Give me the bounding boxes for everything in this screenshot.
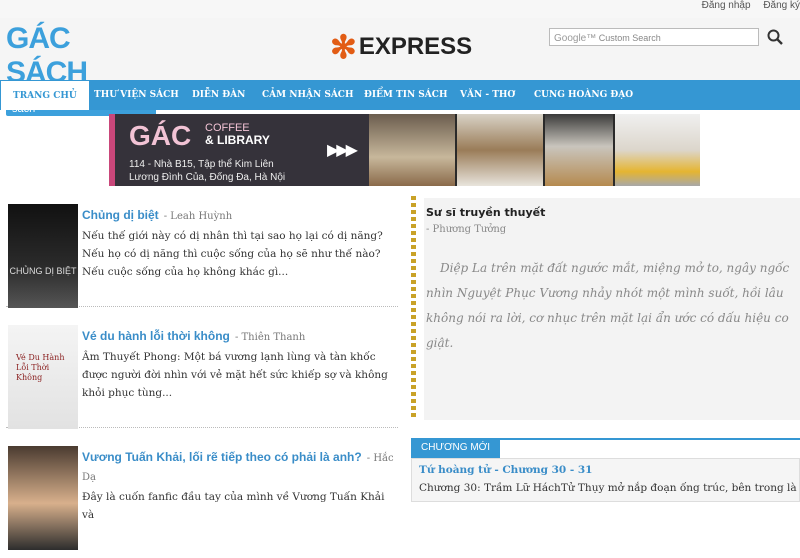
promo-banner[interactable]: GÁC COFFEE & LIBRARY 114 - Nhà B15, Tập … — [109, 114, 700, 186]
banner-text-panel: GÁC COFFEE & LIBRARY 114 - Nhà B15, Tập … — [109, 114, 369, 186]
banner-address-line1: 114 - Nhà B15, Tập thể Kim Liên — [129, 159, 274, 170]
book-list: CHỦNG DỊ BIỆT Chủng dị biệt - Leah Huỳnh… — [6, 196, 398, 558]
login-link[interactable]: Đăng nhập — [702, 0, 751, 11]
book-description: Âm Thuyết Phong: Một bá vương lạnh lùng … — [82, 351, 388, 399]
search-button[interactable] — [766, 28, 784, 46]
new-chapters-box: CHƯƠNG MỚI Tứ hoàng tử - Chương 30 - 31 … — [411, 438, 800, 502]
list-item[interactable]: CHỦNG DỊ BIỆT Chủng dị biệt - Leah Huỳnh… — [6, 196, 398, 308]
cafe-photo-4 — [615, 114, 700, 186]
express-mark-icon: ✻ — [330, 29, 357, 65]
cover-title: Vé Du Hành Lỗi Thời Không — [16, 353, 65, 382]
list-item[interactable]: Vé Du Hành Lỗi Thời Không Vé du hành lỗi… — [6, 317, 398, 429]
nav-item-cung-hoang-dao[interactable]: CUNG HOÀNG ĐẠO — [534, 80, 633, 110]
nav-item-diem-tin-sach[interactable]: ĐIỂM TIN SÁCH — [364, 80, 447, 110]
main-nav: TRANG CHỦ THƯ VIỆN SÁCH DIỄN ĐÀN CẢM NHẬ… — [0, 80, 800, 110]
banner-subtitle: COFFEE & LIBRARY — [205, 122, 270, 147]
cover-title: CHỦNG DỊ BIỆT — [9, 266, 77, 276]
cafe-photo-2 — [457, 114, 543, 186]
book-info: Chủng dị biệt - Leah Huỳnh Nếu thế giới … — [82, 204, 398, 281]
register-link[interactable]: Đăng ký — [763, 0, 800, 11]
top-bar: Đăng nhập Đăng ký — [0, 0, 800, 19]
chapter-title[interactable]: Tứ hoàng tử - Chương 30 - 31 — [419, 464, 592, 476]
nav-item-cam-nhan-sach[interactable]: CẢM NHẬN SÁCH — [262, 80, 353, 110]
book-heading: Vé du hành lỗi thời không - Thiên Thanh — [82, 325, 398, 344]
book-title[interactable]: Vương Tuấn Khải, lối rẽ tiếp theo có phả… — [82, 450, 362, 464]
banner-brand: GÁC — [129, 120, 192, 151]
banner-address-line2: Lương Đình Của, Đống Đa, Hà Nội — [129, 172, 286, 183]
site-logo[interactable]: GÁC SÁCH Gác nhỏ cho người yêu sách — [6, 22, 156, 116]
book-info: Vương Tuấn Khải, lối rẽ tiếp theo có phả… — [82, 446, 398, 524]
express-text: EXPRESS — [358, 33, 473, 60]
featured-excerpt: Diệp La trên mặt đất ngước mắt, miệng mở… — [426, 261, 790, 350]
column-divider — [411, 196, 416, 420]
banner-address: 114 - Nhà B15, Tập thể Kim Liên Lương Đì… — [129, 158, 285, 184]
search-input[interactable]: Google™ Custom Search — [549, 28, 759, 46]
search-icon — [767, 29, 783, 45]
featured-author[interactable]: - Phương Tưởng — [426, 224, 506, 235]
featured-story[interactable]: Sư sĩ truyền thuyết - Phương Tưởng Diệp … — [424, 198, 800, 420]
express-logo[interactable]: ✻ EXPRESS — [330, 28, 472, 66]
book-heading: Vương Tuấn Khải, lối rẽ tiếp theo có phả… — [82, 446, 398, 484]
banner-accent-bar — [109, 114, 115, 186]
cafe-photo-1 — [369, 114, 455, 186]
book-heading: Chủng dị biệt - Leah Huỳnh — [82, 204, 398, 223]
arrows-icon: ▶▶▶ — [327, 140, 358, 159]
book-description: Nếu thế giới này có dị nhân thì tại sao … — [82, 230, 383, 278]
nav-item-van-tho[interactable]: VĂN - THƠ — [460, 80, 515, 110]
nav-item-thu-vien-sach[interactable]: THƯ VIỆN SÁCH — [94, 80, 179, 110]
book-author[interactable]: - Leah Huỳnh — [164, 211, 232, 222]
featured-title[interactable]: Sư sĩ truyền thuyết — [426, 206, 545, 219]
new-chapters-tab[interactable]: CHƯƠNG MỚI — [411, 438, 501, 458]
book-title[interactable]: Vé du hành lỗi thời không — [82, 329, 230, 343]
book-cover[interactable] — [8, 446, 78, 550]
banner-line2: & LIBRARY — [205, 133, 270, 147]
book-cover[interactable]: CHỦNG DỊ BIỆT — [8, 204, 78, 308]
google-label: Google™ — [554, 33, 597, 44]
account-links: Đăng nhập Đăng ký — [692, 0, 800, 11]
site-header: GÁC SÁCH Gác nhỏ cho người yêu sách ✻ EX… — [0, 18, 800, 116]
search-placeholder: Custom Search — [598, 33, 661, 43]
book-author[interactable]: - Thiên Thanh — [235, 332, 305, 343]
list-item[interactable]: Vương Tuấn Khải, lối rẽ tiếp theo có phả… — [6, 438, 398, 550]
nav-item-trang-chu[interactable]: TRANG CHỦ — [0, 80, 90, 110]
book-info: Vé du hành lỗi thời không - Thiên Thanh … — [82, 325, 398, 402]
cafe-photo-3 — [545, 114, 613, 186]
book-title[interactable]: Chủng dị biệt — [82, 208, 159, 222]
book-cover[interactable]: Vé Du Hành Lỗi Thời Không — [8, 325, 78, 429]
nav-item-dien-dan[interactable]: DIỄN ĐÀN — [192, 80, 245, 110]
chapter-excerpt: Chương 30: Trầm Lữ HáchTử Thụy mở nắp đo… — [419, 482, 800, 494]
book-description: Đây là cuốn fanfic đầu tay của mình về V… — [82, 491, 385, 521]
